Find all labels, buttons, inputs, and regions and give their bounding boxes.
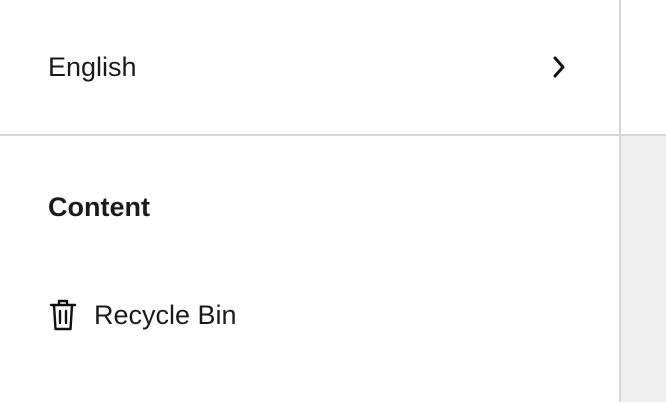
section-heading-content: Content bbox=[48, 192, 150, 222]
main-content-header bbox=[621, 0, 666, 136]
tree-item-recycle-bin[interactable]: Recycle Bin bbox=[48, 296, 237, 334]
main-content-pane bbox=[621, 0, 666, 402]
app-window: English Content Recycle Bin bbox=[0, 0, 666, 402]
trash-icon bbox=[48, 298, 78, 332]
tree-item-label: Recycle Bin bbox=[94, 299, 237, 330]
chevron-right-icon bbox=[547, 55, 571, 79]
language-selector-label: English bbox=[48, 51, 137, 82]
language-selector[interactable]: English bbox=[0, 0, 619, 136]
sidebar: English Content Recycle Bin bbox=[0, 0, 621, 402]
